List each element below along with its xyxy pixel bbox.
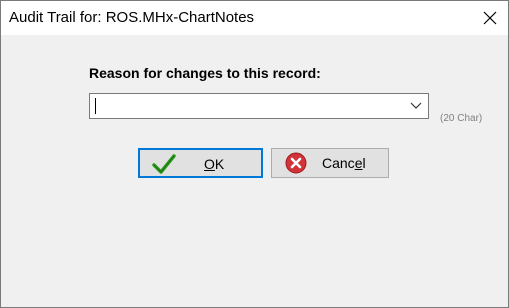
chevron-down-icon <box>410 102 422 109</box>
cancel-button-label: Cancel <box>322 155 366 171</box>
text-caret <box>95 98 96 114</box>
reason-combobox[interactable] <box>89 93 429 119</box>
checkmark-icon <box>152 153 176 175</box>
ok-button[interactable]: OK <box>138 148 263 178</box>
char-limit-hint: (20 Char) <box>440 113 483 124</box>
cancel-x-icon <box>284 152 308 174</box>
close-icon <box>483 11 497 25</box>
ok-accelerator: O <box>204 156 215 172</box>
dropdown-toggle[interactable] <box>404 94 428 118</box>
ok-button-label: OK <box>204 156 225 172</box>
close-button[interactable] <box>472 1 508 35</box>
window-title: Audit Trail for: ROS.MHx-ChartNotes <box>9 9 255 26</box>
reason-input[interactable] <box>90 94 402 118</box>
dialog-body: Reason for changes to this record: (20 C… <box>1 35 508 307</box>
audit-trail-dialog: Audit Trail for: ROS.MHx-ChartNotes Reas… <box>0 0 509 308</box>
cancel-button[interactable]: Cancel <box>271 148 389 178</box>
reason-label: Reason for changes to this record: <box>89 65 321 81</box>
title-bar[interactable]: Audit Trail for: ROS.MHx-ChartNotes <box>1 1 508 35</box>
